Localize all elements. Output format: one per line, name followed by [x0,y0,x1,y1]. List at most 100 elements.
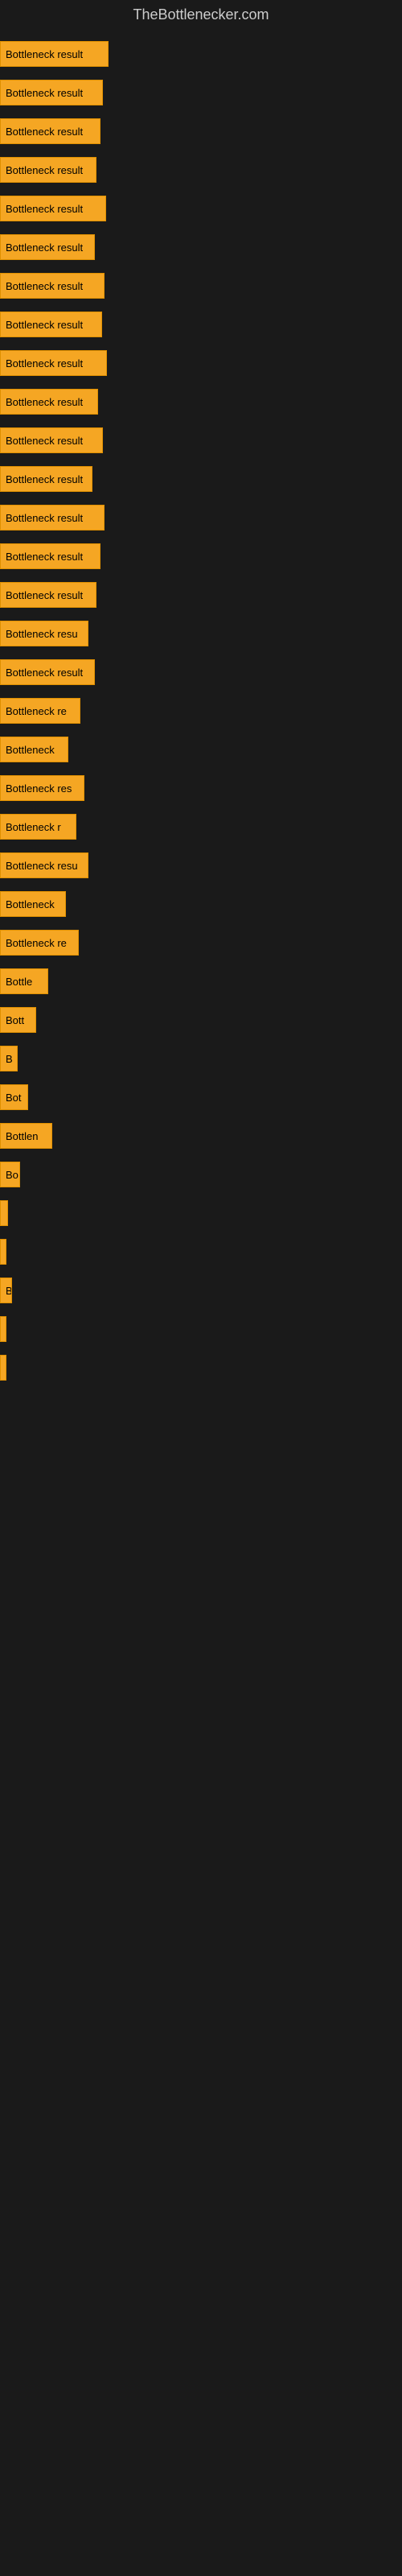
bars-container: Bottleneck result Bottleneck result Bottle… [0,27,402,1387]
bar-label: Bottleneck result [6,164,83,176]
bottleneck-bar[interactable]: Bottleneck re [0,930,79,956]
bar-row: Bottleneck result [0,189,402,228]
bar-row: Bottleneck result [0,653,402,691]
bar-label: Bottleneck result [6,357,83,369]
bar-row: Bottleneck result [0,576,402,614]
bar-row: Bottleneck result [0,460,402,498]
bottleneck-bar[interactable]: Bottleneck [0,737,68,762]
bottleneck-bar[interactable]: Bottleneck result [0,582,96,608]
bottleneck-bar[interactable]: Bottleneck result [0,157,96,183]
bottleneck-bar[interactable]: Bottleneck r [0,814,76,840]
bottleneck-bar[interactable]: Bottleneck resu [0,852,88,878]
bar-label: B [6,1285,12,1297]
bar-row: Bot [0,1078,402,1117]
bar-label: Bottleneck resu [6,860,78,872]
bottleneck-bar[interactable]: Bottleneck res [0,775,84,801]
bar-label: Bottleneck result [6,396,83,408]
bar-label: Bottleneck result [6,203,83,215]
bottleneck-bar[interactable]: Bottleneck result [0,543,100,569]
bottleneck-bar[interactable]: Bott [0,1007,36,1033]
bottleneck-bar[interactable]: Bottleneck result [0,350,107,376]
bottleneck-bar[interactable]: Bottle [0,968,48,994]
bar-label: Bottlen [6,1130,38,1142]
title-text: TheBottlenecker.com [133,6,269,23]
bar-label: Bottleneck [6,898,55,910]
bar-row [0,1310,402,1348]
bar-row: Bottleneck [0,885,402,923]
bar-row: Bottleneck result [0,266,402,305]
bar-label: Bottleneck result [6,48,83,60]
bar-row [0,1232,402,1271]
bar-label: Bottleneck result [6,319,83,331]
bottleneck-bar[interactable] [0,1200,8,1226]
bottleneck-bar[interactable]: Bottleneck result [0,80,103,105]
bar-label: Bottleneck r [6,821,61,833]
bottleneck-bar[interactable]: Bottleneck result [0,427,103,453]
bottleneck-bar[interactable]: Bot [0,1084,28,1110]
bar-row: Bottleneck [0,730,402,769]
bottleneck-bar[interactable]: B [0,1278,12,1303]
bottleneck-bar[interactable] [0,1239,6,1265]
bar-label: Bottleneck result [6,667,83,679]
bar-row: Bottleneck resu [0,614,402,653]
bar-label: Bottleneck re [6,937,67,949]
bar-label: Bottleneck res [6,782,72,795]
bottleneck-bar[interactable]: Bottleneck result [0,505,105,530]
bar-label: Bo [6,1169,18,1181]
bar-label: Bottleneck re [6,705,67,717]
bottleneck-bar[interactable]: Bottleneck result [0,466,92,492]
site-title: TheBottlenecker.com [0,0,402,27]
bar-label: Bottleneck result [6,473,83,485]
bar-row: Bottleneck result [0,305,402,344]
bar-row: Bottlen [0,1117,402,1155]
bar-row: Bottleneck result [0,35,402,73]
bar-row: Bottle [0,962,402,1001]
bar-row: B [0,1039,402,1078]
bar-row: Bottleneck re [0,923,402,962]
bar-row: Bottleneck re [0,691,402,730]
bar-label: Bottleneck result [6,242,83,254]
bar-row: Bottleneck result [0,421,402,460]
bottleneck-bar[interactable]: Bottleneck result [0,234,95,260]
bar-row: Bo [0,1155,402,1194]
bottleneck-bar[interactable]: Bo [0,1162,20,1187]
bottleneck-bar[interactable]: Bottleneck [0,891,66,917]
bar-row: Bottleneck result [0,228,402,266]
bar-label: Bottleneck result [6,126,83,138]
bar-row: Bottleneck result [0,151,402,189]
bottleneck-bar[interactable]: Bottleneck result [0,118,100,144]
bar-row: Bottleneck result [0,382,402,421]
bar-label: Bottleneck result [6,551,83,563]
bottleneck-bar[interactable]: Bottleneck re [0,698,80,724]
bottleneck-bar[interactable]: Bottleneck result [0,312,102,337]
bar-label: Bott [6,1014,24,1026]
bottleneck-bar[interactable] [0,1316,6,1342]
bottleneck-bar[interactable]: Bottleneck resu [0,621,88,646]
bar-row: Bottleneck r [0,807,402,846]
bar-row: Bottleneck result [0,537,402,576]
bar-label: Bottle [6,976,32,988]
bottleneck-bar[interactable]: Bottleneck result [0,196,106,221]
bar-label: Bottleneck resu [6,628,78,640]
bottleneck-bar[interactable]: Bottleneck result [0,659,95,685]
bar-label: Bottleneck result [6,589,83,601]
bar-row: Bottleneck result [0,73,402,112]
bar-row: Bottleneck result [0,112,402,151]
bottleneck-bar[interactable]: B [0,1046,18,1071]
bar-label: Bot [6,1092,22,1104]
bar-row: Bottleneck result [0,344,402,382]
bar-label: Bottleneck result [6,280,83,292]
bar-label: Bottleneck result [6,87,83,99]
bar-row: B [0,1271,402,1310]
bar-row: Bottleneck res [0,769,402,807]
bar-label: Bottleneck result [6,512,83,524]
bar-label: Bottleneck result [6,435,83,447]
bar-row [0,1194,402,1232]
bottleneck-bar[interactable]: Bottleneck result [0,389,98,415]
bottleneck-bar[interactable]: Bottleneck result [0,273,105,299]
bottleneck-bar[interactable] [0,1355,6,1381]
bottleneck-bar[interactable]: Bottlen [0,1123,52,1149]
bar-row [0,1348,402,1387]
bar-row: Bottleneck resu [0,846,402,885]
bottleneck-bar[interactable]: Bottleneck result [0,41,109,67]
